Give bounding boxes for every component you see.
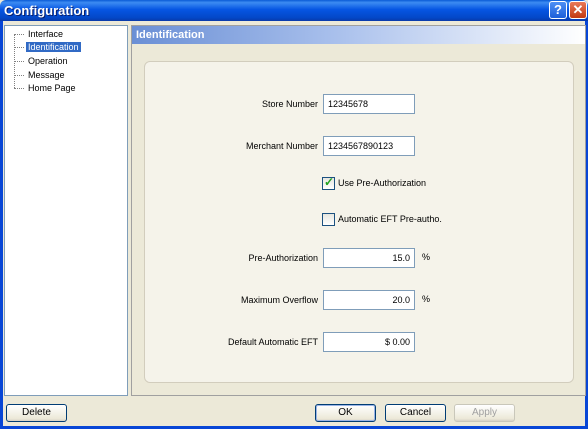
navigation-tree[interactable]: Interface Identification Operation Messa…: [4, 25, 128, 396]
window-title: Configuration: [4, 3, 90, 18]
tree-item-label: Operation: [28, 56, 68, 66]
close-icon[interactable]: ✕: [569, 1, 587, 19]
merchant-number-input[interactable]: 1234567890123: [323, 136, 415, 156]
pre-authorization-unit: %: [422, 252, 431, 262]
checkbox-checked-icon: [322, 175, 335, 190]
default-auto-eft-input[interactable]: $ 0.00: [323, 332, 415, 352]
tree-item-label: Message: [28, 70, 65, 80]
maximum-overflow-input[interactable]: 20.0: [323, 290, 415, 310]
tree-item-interface[interactable]: Interface: [14, 28, 65, 40]
maximum-overflow-label: Maximum Overflow: [240, 295, 318, 305]
pre-authorization-label: Pre-Authorization: [248, 253, 318, 263]
pre-authorization-input[interactable]: 15.0: [323, 248, 415, 268]
store-number-input[interactable]: 12345678: [323, 94, 415, 114]
auto-eft-preauth-label: Automatic EFT Pre-autho.: [338, 214, 442, 224]
tree-item-label: Home Page: [28, 83, 76, 93]
delete-button[interactable]: Delete: [6, 404, 67, 422]
merchant-number-label: Merchant Number: [245, 141, 318, 151]
default-auto-eft-label: Default Automatic EFT: [227, 337, 318, 347]
use-preauth-label: Use Pre-Authorization: [338, 178, 427, 188]
help-icon[interactable]: ?: [549, 1, 567, 19]
cancel-button[interactable]: Cancel: [385, 404, 446, 422]
tree-item-identification[interactable]: Identification: [14, 41, 81, 53]
tree-item-message[interactable]: Message: [14, 69, 67, 81]
tree-item-operation[interactable]: Operation: [14, 55, 70, 67]
maximum-overflow-unit: %: [422, 294, 431, 304]
tree-item-home-page[interactable]: Home Page: [14, 82, 78, 94]
tree-item-label: Interface: [28, 29, 64, 39]
panel-title: Identification: [136, 29, 205, 41]
ok-button[interactable]: OK: [315, 404, 376, 422]
checkbox-unchecked-icon: [322, 213, 335, 226]
title-bar[interactable]: Configuration ? ✕: [0, 0, 588, 21]
panel-header: Identification: [132, 26, 585, 44]
settings-panel: Identification Store Number 12345678 Mer…: [131, 25, 586, 396]
tree-item-label: Identification: [26, 42, 81, 52]
apply-button[interactable]: Apply: [454, 404, 515, 422]
store-number-label: Store Number: [261, 99, 318, 109]
